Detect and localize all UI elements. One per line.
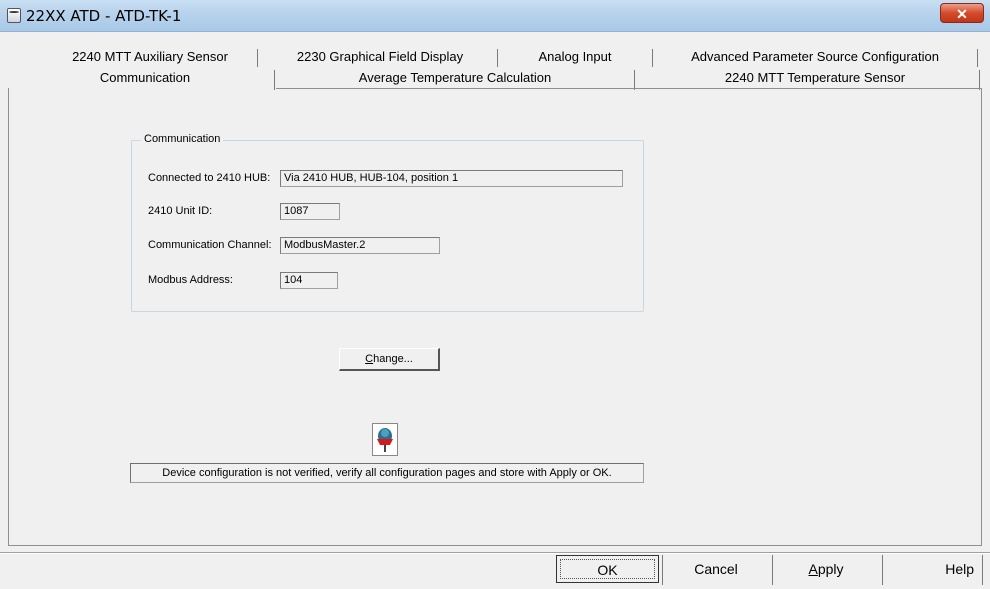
ok-button[interactable]: OK xyxy=(556,555,659,583)
footer-divider-highlight xyxy=(0,553,990,554)
close-button[interactable]: ✕ xyxy=(940,3,984,23)
footer-separator xyxy=(772,555,773,585)
tab-separator xyxy=(257,49,258,67)
footer-separator xyxy=(882,555,883,585)
apply-mnemonic: A xyxy=(808,561,818,577)
close-icon: ✕ xyxy=(956,6,968,22)
tab-separator xyxy=(634,70,635,90)
footer-separator xyxy=(982,555,983,585)
tab-2240-mtt-temperature-sensor[interactable]: 2240 MTT Temperature Sensor xyxy=(690,68,940,88)
channel-label: Communication Channel: xyxy=(148,239,272,251)
hub-label: Connected to 2410 HUB: xyxy=(148,172,271,184)
cancel-button[interactable]: Cancel xyxy=(668,555,764,583)
window-title: 22XX ATD - ATD-TK-1 xyxy=(26,7,182,25)
tab-separator xyxy=(977,49,978,67)
unit-id-label: 2410 Unit ID: xyxy=(148,205,213,217)
tab-separator xyxy=(497,49,498,67)
change-button-mnemonic: C xyxy=(365,353,374,365)
change-button-label: hange... xyxy=(373,353,413,365)
group-legend: Communication xyxy=(141,133,224,145)
tab-separator xyxy=(274,70,275,90)
app-icon xyxy=(7,8,21,23)
tab-2240-mtt-auxiliary-sensor[interactable]: 2240 MTT Auxiliary Sensor xyxy=(50,47,250,67)
dialog-window: 22XX ATD - ATD-TK-1 ✕ 2240 MTT Auxiliary… xyxy=(0,0,990,589)
tab-analog-input[interactable]: Analog Input xyxy=(500,47,650,67)
apply-button[interactable]: Apply xyxy=(778,555,874,583)
device-status-icon xyxy=(372,423,398,456)
title-bar: 22XX ATD - ATD-TK-1 ✕ xyxy=(0,0,990,32)
help-button[interactable]: Help xyxy=(888,555,980,583)
hub-field: Via 2410 HUB, HUB-104, position 1 xyxy=(280,170,623,187)
change-button[interactable]: Change... xyxy=(339,348,440,371)
apply-label: pply xyxy=(817,561,844,577)
channel-field: ModbusMaster.2 xyxy=(280,237,440,254)
tab-2230-graphical-field-display[interactable]: 2230 Graphical Field Display xyxy=(280,47,480,67)
tab-advanced-parameter-source-configuration[interactable]: Advanced Parameter Source Configuration xyxy=(670,47,960,67)
footer-separator xyxy=(662,555,663,585)
status-message: Device configuration is not verified, ve… xyxy=(130,463,644,483)
tab-separator xyxy=(979,70,980,90)
focus-rect xyxy=(560,559,655,579)
modbus-address-field: 104 xyxy=(280,272,338,289)
tab-communication[interactable]: Communication xyxy=(60,68,230,88)
tab-average-temperature-calculation[interactable]: Average Temperature Calculation xyxy=(320,68,590,88)
communication-group xyxy=(131,140,644,312)
unit-id-field: 1087 xyxy=(280,203,340,220)
modbus-address-label: Modbus Address: xyxy=(148,274,233,286)
tab-separator xyxy=(652,49,653,67)
